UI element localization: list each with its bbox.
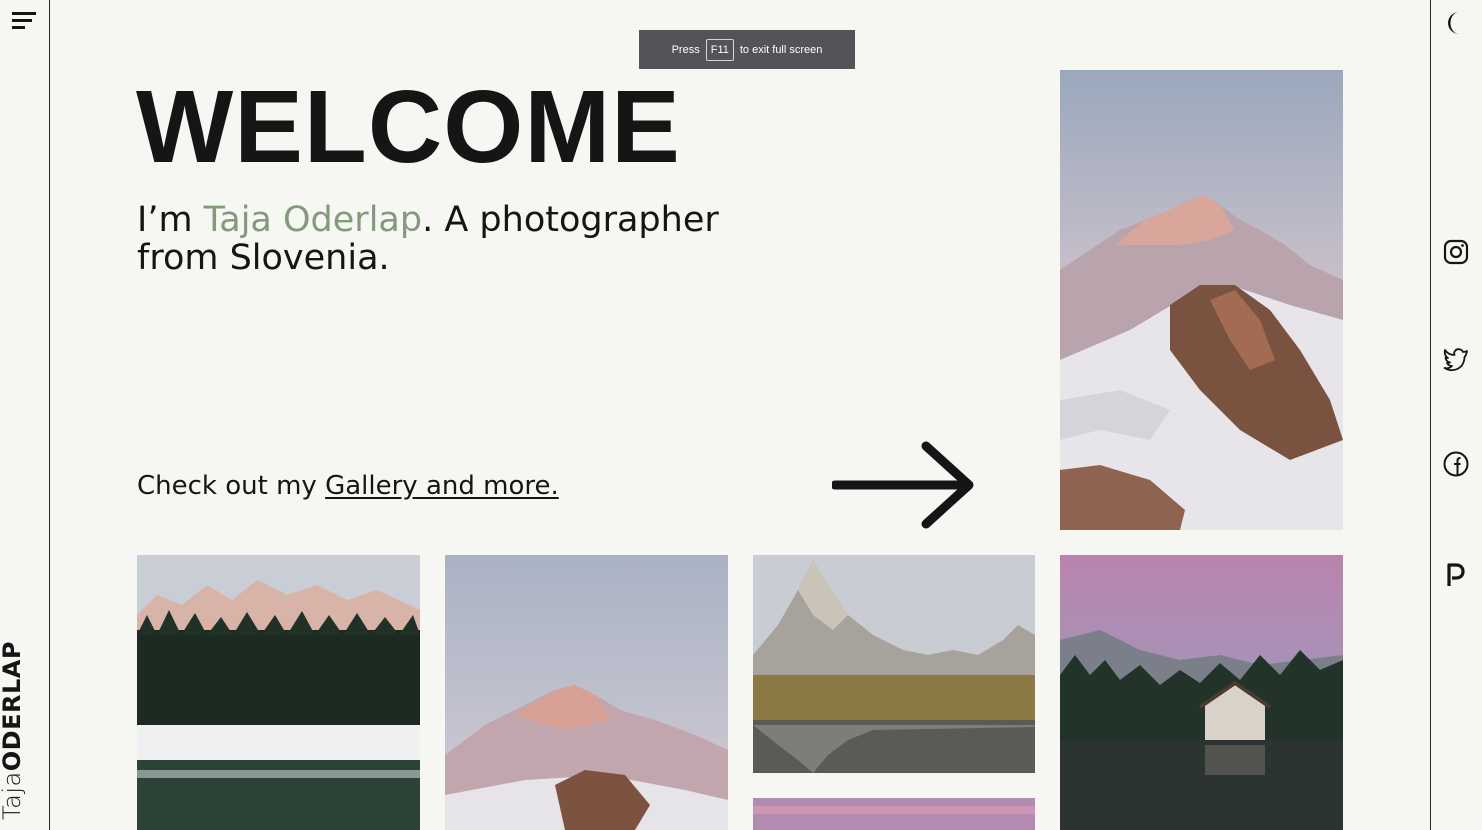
photographer-name: Taja Oderlap (203, 200, 423, 240)
gallery-link[interactable]: Gallery and more. (325, 471, 559, 501)
fullscreen-toast: Press F11 to exit full screen (639, 30, 855, 69)
featured-photo-mountain[interactable] (1060, 70, 1343, 530)
toast-key: F11 (705, 38, 734, 61)
gallery-photo-pink-sky[interactable] (753, 798, 1035, 830)
moon-icon[interactable] (1442, 9, 1470, 37)
brand-first-name: Taja (0, 771, 26, 820)
facebook-icon[interactable] (1442, 450, 1470, 478)
toast-suffix: to exit full screen (739, 43, 823, 56)
pinterest-icon[interactable] (1442, 561, 1470, 589)
toast-prefix: Press (671, 43, 700, 56)
gallery-cta: Check out my Gallery and more. (137, 469, 559, 503)
left-sidebar: TajaODERLAP (0, 0, 50, 830)
brand-last-name: ODERLAP (0, 641, 26, 772)
brand-logo[interactable]: TajaODERLAP (0, 641, 26, 820)
cta-prefix: Check out my (137, 471, 326, 501)
gallery-photo-lake-house[interactable] (1060, 555, 1343, 830)
arrow-right-icon[interactable] (832, 438, 977, 532)
twitter-icon[interactable] (1442, 345, 1470, 373)
intro-text: I’m Taja Oderlap. A photographer from Sl… (137, 201, 737, 277)
gallery-photo-forest-lake[interactable] (137, 555, 420, 830)
page-title: WELCOME (136, 69, 681, 184)
gallery-photo-alpine-reflection[interactable] (753, 555, 1035, 773)
right-sidebar (1430, 0, 1482, 830)
gallery-photo-mountain-peak[interactable] (445, 555, 728, 830)
intro-prefix: I’m (137, 200, 204, 240)
menu-icon[interactable] (11, 11, 39, 31)
instagram-icon[interactable] (1442, 238, 1470, 266)
